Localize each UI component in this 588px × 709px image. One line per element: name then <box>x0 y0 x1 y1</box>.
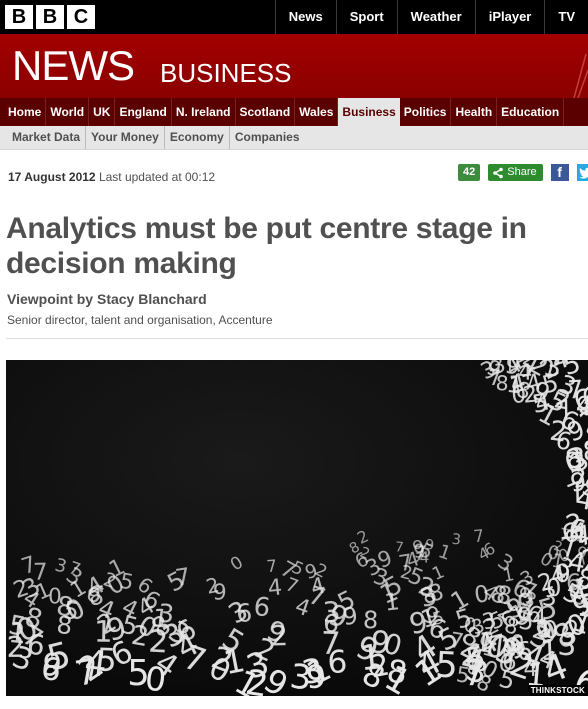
date-line: 17 August 2012 Last updated at 00:12 <box>8 170 215 184</box>
svg-text:0: 0 <box>143 659 168 696</box>
top-nav-iplayer[interactable]: iPlayer <box>474 0 545 34</box>
main-nav-home[interactable]: Home <box>4 98 47 126</box>
main-nav-education[interactable]: Education <box>497 98 565 126</box>
article-image: 4444125360987953098618226403548997013655… <box>6 360 588 696</box>
main-nav-business[interactable]: Business <box>338 98 400 126</box>
share-count-badge: 42 <box>458 164 481 181</box>
share-button[interactable]: Share <box>488 164 543 181</box>
image-credit: THINKSTOCK <box>527 685 588 696</box>
svg-text:6: 6 <box>323 609 339 638</box>
bbc-logo[interactable]: B B C <box>5 5 95 29</box>
main-nav-england[interactable]: England <box>115 98 172 126</box>
main-nav-n-ireland[interactable]: N. Ireland <box>172 98 236 126</box>
svg-text:9: 9 <box>425 537 434 553</box>
svg-text:8: 8 <box>363 606 379 635</box>
top-nav-news[interactable]: News <box>274 0 336 34</box>
top-nav-sport[interactable]: Sport <box>335 0 397 34</box>
twitter-icon[interactable] <box>576 164 588 181</box>
main-nav-world[interactable]: World <box>46 98 90 126</box>
share-label: Share <box>507 166 537 178</box>
share-icon <box>493 167 504 178</box>
section-title[interactable]: BUSINESS <box>160 58 292 88</box>
share-tools: 42 Share f <box>458 164 588 181</box>
svg-text:6: 6 <box>235 598 253 628</box>
top-nav: News Sport Weather iPlayer TV <box>274 0 588 34</box>
svg-text:1: 1 <box>535 614 553 645</box>
sub-nav-market-data[interactable]: Market Data <box>8 126 87 149</box>
article-date: 17 August 2012 <box>8 170 96 184</box>
main-nav-health[interactable]: Health <box>451 98 498 126</box>
bbc-logo-letter: B <box>5 5 33 29</box>
main-nav-politics[interactable]: Politics <box>400 98 452 126</box>
svg-text:2: 2 <box>270 619 289 653</box>
bbc-top-bar: B B C News Sport Weather iPlayer TV <box>0 0 588 34</box>
last-updated: Last updated at 00:12 <box>98 170 216 184</box>
sub-nav-companies[interactable]: Companies <box>230 126 305 149</box>
author-role: Senior director, talent and organisation… <box>7 313 273 327</box>
main-nav: Home World UK England N. Ireland Scotlan… <box>0 98 588 126</box>
top-nav-tv[interactable]: TV <box>544 0 588 34</box>
news-title[interactable]: NEWS <box>12 44 135 88</box>
top-nav-weather[interactable]: Weather <box>396 0 475 34</box>
main-nav-scotland[interactable]: Scotland <box>236 98 296 126</box>
sub-nav-your-money[interactable]: Your Money <box>86 126 165 149</box>
article-byline: Viewpoint by Stacy Blanchard <box>7 291 207 307</box>
facebook-icon[interactable]: f <box>550 164 569 181</box>
svg-text:2: 2 <box>522 381 539 408</box>
bbc-logo-letter: B <box>36 5 64 29</box>
main-nav-wales[interactable]: Wales <box>295 98 339 126</box>
svg-text:7: 7 <box>266 556 278 576</box>
news-banner: NEWS BUSINESS <box>0 34 588 98</box>
numbers-swirl-image: 4444125360987953098618226403548997013655… <box>6 360 588 696</box>
banner-decoration <box>573 53 588 98</box>
bbc-logo-letter: C <box>67 5 95 29</box>
main-nav-uk[interactable]: UK <box>89 98 116 126</box>
article-headline: Analytics must be put centre stage in de… <box>6 212 527 280</box>
sub-nav: Market Data Your Money Economy Companies <box>0 126 588 150</box>
sub-nav-economy[interactable]: Economy <box>165 126 230 149</box>
divider <box>6 338 588 339</box>
